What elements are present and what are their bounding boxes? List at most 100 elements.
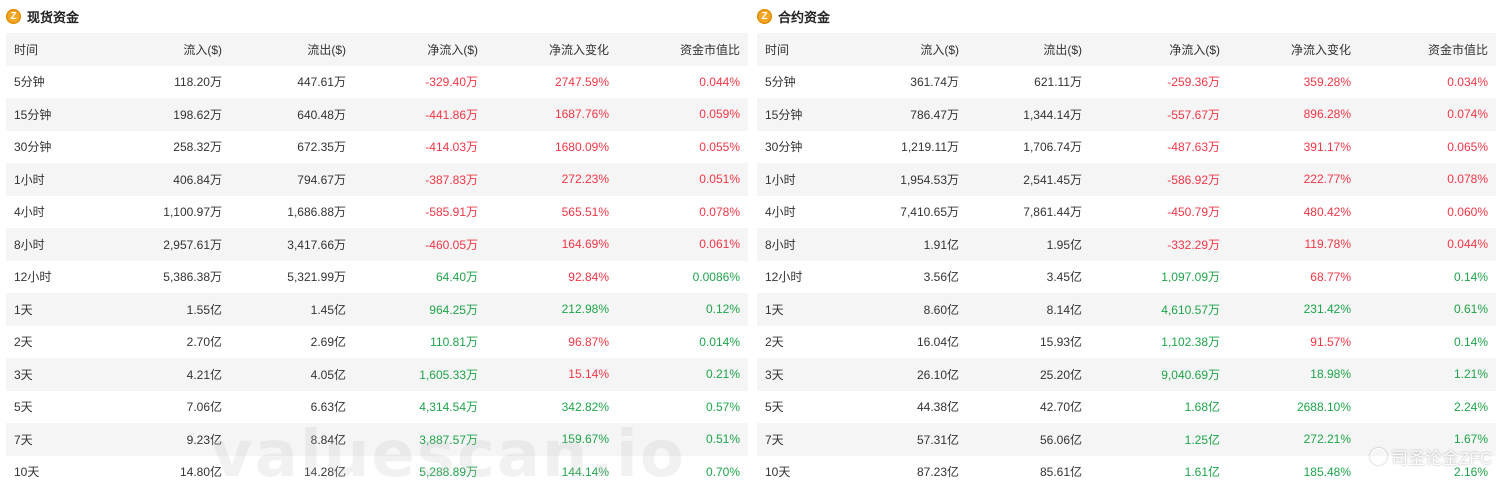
table-cell: 3.45亿 — [1046, 270, 1082, 285]
table-cell: 64.40万 — [435, 270, 478, 285]
table-cell: 144.14% — [561, 464, 609, 479]
table-cell: 0.078% — [699, 204, 740, 219]
row-period-cell: 4小时 — [765, 205, 796, 220]
row-period-cell: 2天 — [14, 335, 33, 350]
table-cell: 1.91亿 — [867, 228, 967, 261]
table-cell: -450.79万 — [1167, 205, 1220, 220]
column-header: 流入($) — [867, 33, 967, 66]
table-row: 3天 26.10亿 25.20亿 9,040.69万 18.98% 1.21% — [757, 358, 1496, 391]
futures-funds-table: 时间 流入($) 流出($) 净流入($) 净流入变化 资金市值比 5分钟 361.74万 6… — [757, 33, 1496, 488]
table-header-row: 时间 流入($) 流出($) 净流入($) 净流入变化 资金市值比 — [757, 33, 1496, 66]
table-cell: 1.95亿 — [967, 228, 1090, 261]
row-period-cell: 15分钟 — [757, 98, 867, 131]
table-row: 2天 16.04亿 15.93亿 1,102.38万 91.57% 0.14% — [757, 326, 1496, 359]
row-period-cell: 7天 — [757, 423, 867, 456]
table-cell: 7,410.65万 — [900, 205, 959, 220]
row-period-cell: 7天 — [6, 423, 116, 456]
table-header-row: 时间 流入($) 流出($) 净流入($) 净流入变化 资金市值比 — [6, 33, 748, 66]
table-cell: 1,686.88万 — [287, 205, 346, 220]
table-cell: 42.70亿 — [1039, 400, 1082, 415]
table-cell: 15.93亿 — [1039, 335, 1082, 350]
spot-funds-title: Z 现货资金 — [6, 0, 743, 33]
table-cell: 118.20万 — [174, 75, 222, 90]
table-cell: 2.70亿 — [186, 335, 222, 350]
table-cell: 222.77% — [1228, 163, 1359, 196]
table-row: 7天 57.31亿 56.06亿 1.25亿 272.21% 1.67% — [757, 423, 1496, 456]
row-period-cell: 5分钟 — [14, 75, 45, 90]
table-cell: 1.21% — [1359, 358, 1496, 391]
table-cell: 391.17% — [1303, 139, 1351, 154]
table-row: 4小时 1,100.97万 1,686.88万 -585.91万 565.51% 0.07… — [6, 196, 748, 229]
table-cell: 0.014% — [699, 334, 740, 349]
table-cell: 56.06亿 — [967, 423, 1090, 456]
table-cell: 85.61亿 — [1039, 465, 1082, 480]
table-cell: -586.92万 — [1090, 163, 1228, 196]
table-cell: 0.14% — [1453, 269, 1488, 284]
table-cell: 0.051% — [617, 163, 748, 196]
table-cell: 794.67万 — [230, 163, 354, 196]
table-cell: 5,321.99万 — [287, 270, 346, 285]
table-cell: 198.62万 — [116, 98, 230, 131]
table-cell: 4,314.54万 — [419, 400, 478, 415]
table-cell: 96.87% — [568, 334, 609, 349]
row-period-cell: 5天 — [14, 400, 33, 415]
table-cell: 0.12% — [617, 293, 748, 326]
spot-funds-panel: Z 现货资金 时间 流入($) 流出($) 净流入($) 净流入变化 资金市值比 5分钟 1… — [6, 0, 748, 492]
table-cell: 14.28亿 — [303, 465, 346, 480]
row-period-cell: 30分钟 — [765, 140, 803, 155]
table-cell: 1,097.09万 — [1161, 270, 1220, 285]
table-cell: 272.21% — [1228, 423, 1359, 456]
table-cell: 1.45亿 — [230, 293, 354, 326]
table-cell: 1687.76% — [486, 98, 617, 131]
coin-icon: Z — [757, 9, 772, 24]
table-cell: 786.47万 — [867, 98, 967, 131]
table-cell: 565.51% — [561, 204, 609, 219]
futures-funds-title-text: 合约资金 — [778, 10, 831, 25]
table-cell: 159.67% — [486, 423, 617, 456]
table-cell: 447.61万 — [297, 75, 346, 90]
table-row: 8小时 1.91亿 1.95亿 -332.29万 119.78% 0.044% — [757, 228, 1496, 261]
table-cell: 272.23% — [486, 163, 617, 196]
table-cell: 361.74万 — [910, 75, 959, 90]
table-cell: 1.61亿 — [1184, 465, 1220, 480]
table-cell: -332.29万 — [1090, 228, 1228, 261]
row-period-cell: 30分钟 — [14, 140, 52, 155]
table-cell: 1.67% — [1359, 423, 1496, 456]
row-period-cell: 1小时 — [6, 163, 116, 196]
table-cell: 87.23亿 — [916, 465, 959, 480]
table-row: 15分钟 198.62万 640.48万 -441.86万 1687.76% 0.059% — [6, 98, 748, 131]
table-row: 30分钟 1,219.11万 1,706.74万 -487.63万 391.17% 0.0… — [757, 131, 1496, 164]
table-cell: 1.25亿 — [1090, 423, 1228, 456]
table-cell: 0.065% — [1447, 139, 1488, 154]
table-row: 3天 4.21亿 4.05亿 1,605.33万 15.14% 0.21% — [6, 358, 748, 391]
table-cell: -414.03万 — [425, 140, 478, 155]
table-cell: 2688.10% — [1296, 399, 1351, 414]
row-period-cell: 8小时 — [6, 228, 116, 261]
table-cell: 185.48% — [1303, 464, 1351, 479]
column-header: 流出($) — [230, 33, 354, 66]
row-period-cell: 15分钟 — [6, 98, 116, 131]
row-period-cell: 4小时 — [14, 205, 45, 220]
table-row: 5分钟 118.20万 447.61万 -329.40万 2747.59% 0.044% — [6, 66, 748, 99]
table-cell: 212.98% — [486, 293, 617, 326]
table-cell: 4.21亿 — [116, 358, 230, 391]
row-period-cell: 3天 — [757, 358, 867, 391]
column-header: 净流入($) — [1090, 33, 1228, 66]
table-row: 12小时 5,386.38万 5,321.99万 64.40万 92.84% 0.0086… — [6, 261, 748, 294]
table-cell: -259.36万 — [1167, 75, 1220, 90]
table-cell: 2,957.61万 — [116, 228, 230, 261]
row-period-cell: 12小时 — [765, 270, 803, 285]
table-row: 1小时 406.84万 794.67万 -387.83万 272.23% 0.051% — [6, 163, 748, 196]
row-period-cell: 8小时 — [757, 228, 867, 261]
table-cell: 621.11万 — [1034, 75, 1082, 90]
table-row: 10天 14.80亿 14.28亿 5,288.89万 144.14% 0.70% — [6, 456, 748, 489]
table-cell: 964.25万 — [354, 293, 486, 326]
table-cell: 8.14亿 — [967, 293, 1090, 326]
row-period-cell: 1天 — [6, 293, 116, 326]
row-period-cell: 12小时 — [14, 270, 52, 285]
table-cell: 0.059% — [617, 98, 748, 131]
table-cell: 258.32万 — [173, 140, 222, 155]
row-period-cell: 1天 — [757, 293, 867, 326]
table-cell: 18.98% — [1228, 358, 1359, 391]
table-cell: 110.81万 — [430, 335, 478, 350]
